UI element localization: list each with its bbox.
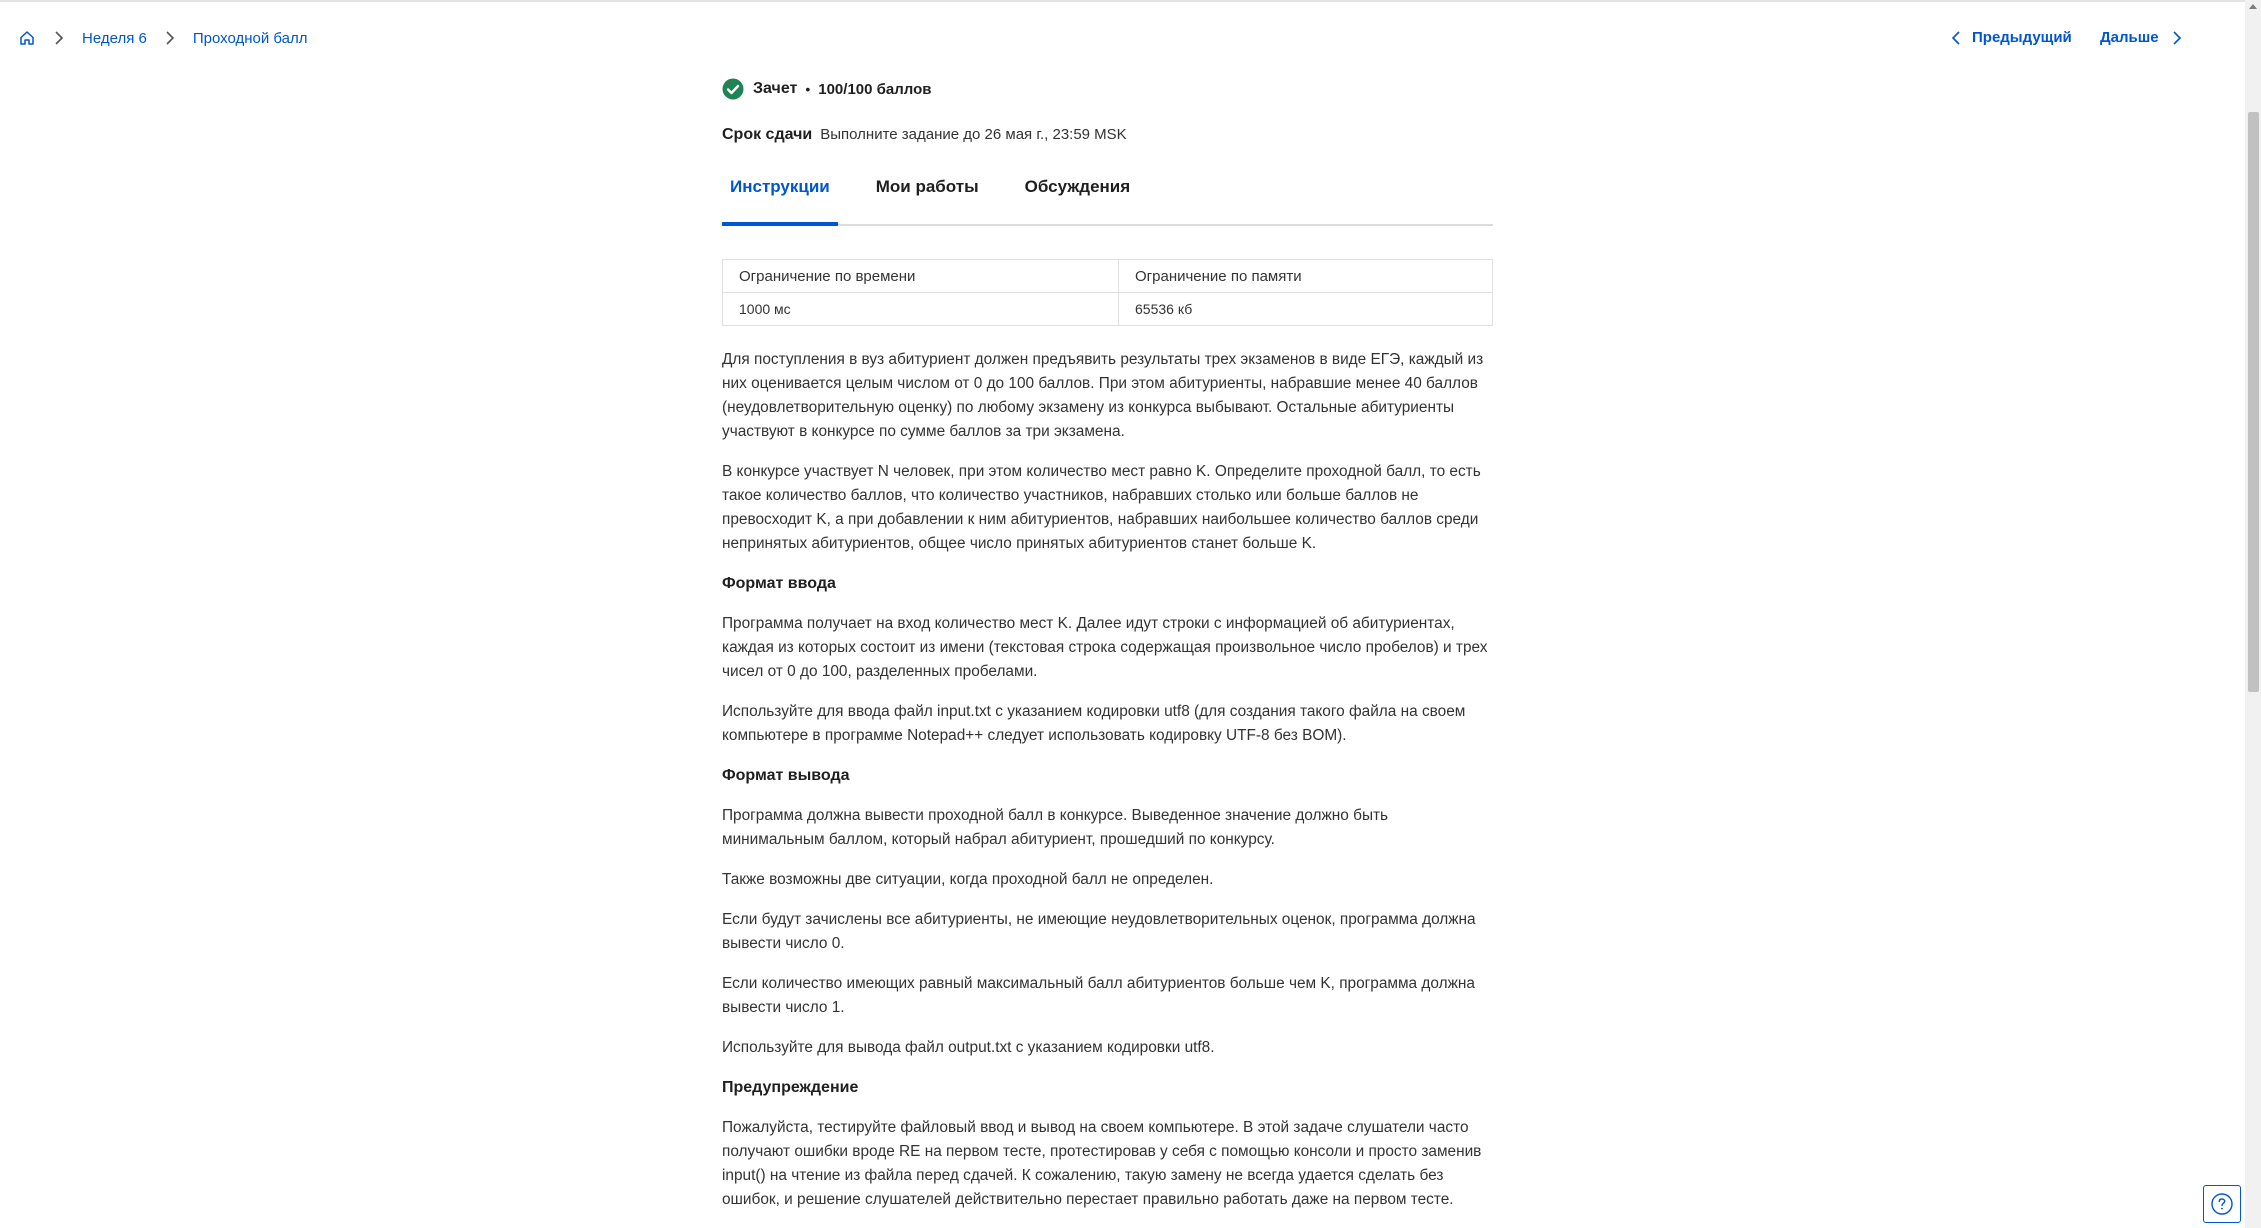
section-heading-input: Формат ввода (722, 575, 836, 592)
grade-status: Зачет • 100/100 баллов (722, 74, 1493, 104)
tab-discussions[interactable]: Обсуждения (1017, 169, 1139, 214)
status-label: Зачет (753, 80, 798, 97)
breadcrumb-item-current[interactable]: Проходной балл (193, 30, 308, 47)
instructions-body: Для поступления в вуз абитуриент должен … (722, 348, 1493, 1212)
paragraph: Если будут зачислены все абитуриенты, не… (722, 911, 1476, 952)
next-label: Дальше (2100, 29, 2159, 46)
paragraph: Программа должна вывести проходной балл … (722, 807, 1389, 848)
section-heading-warning: Предупреждение (722, 1079, 859, 1096)
section-heading-output: Формат вывода (722, 767, 850, 784)
paragraph: Используйте для вывода файл output.txt с… (722, 1039, 1215, 1056)
paragraph: Пожалуйста, тестируйте файловый ввод и в… (722, 1119, 1482, 1208)
memory-limit-value: 65536 кб (1118, 292, 1493, 326)
paragraph: Также возможны две ситуации, когда прохо… (722, 871, 1214, 888)
status-separator: • (805, 81, 811, 97)
scrollbar-thumb[interactable] (2248, 112, 2259, 692)
help-icon (2211, 1193, 2233, 1215)
previous-button[interactable]: Предыдущий (1948, 29, 2072, 46)
breadcrumb: Неделя 6 Проходной балл (18, 29, 308, 47)
chevron-right-icon (2173, 30, 2181, 45)
deadline-text: Выполните задание до 26 мая г., 23:59 MS… (820, 126, 1127, 143)
limits-table: Ограничение по времени Ограничение по па… (722, 259, 1493, 326)
tab-bar: Инструкции Мои работы Обсуждения (722, 169, 1493, 226)
time-limit-header: Ограничение по времени (722, 259, 1119, 293)
next-button[interactable]: Дальше (2100, 29, 2185, 46)
paragraph: Программа получает на вход количество ме… (722, 615, 1488, 680)
chevron-right-icon (50, 29, 68, 47)
tab-my-submissions[interactable]: Мои работы (868, 169, 987, 214)
paragraph: В конкурсе участвует N человек, при этом… (722, 463, 1481, 552)
paragraph: Используйте для ввода файл input.txt с у… (722, 703, 1466, 744)
chevron-right-icon (161, 29, 179, 47)
breadcrumb-item-week[interactable]: Неделя 6 (82, 30, 147, 47)
time-limit-value: 1000 мс (722, 292, 1119, 326)
deadline: Срок сдачи Выполните задание до 26 мая г… (722, 126, 1493, 144)
memory-limit-header: Ограничение по памяти (1118, 259, 1493, 293)
tab-instructions[interactable]: Инструкции (722, 169, 838, 226)
assignment-content: Зачет • 100/100 баллов Срок сдачи Выполн… (722, 74, 1493, 1228)
table-row: 1000 мс 65536 кб (722, 292, 1493, 326)
score-value: 100/100 баллов (818, 80, 932, 98)
deadline-label: Срок сдачи (722, 126, 813, 143)
scroll-up-arrow-icon[interactable] (2249, 4, 2257, 9)
top-border (0, 0, 2245, 2)
paragraph: Для поступления в вуз абитуриент должен … (722, 351, 1484, 440)
paragraph: Если количество имеющих равный максималь… (722, 975, 1475, 1016)
chevron-left-icon (1951, 30, 1960, 45)
previous-label: Предыдущий (1972, 29, 2072, 46)
help-button[interactable] (2203, 1185, 2241, 1223)
table-row: Ограничение по времени Ограничение по па… (722, 259, 1493, 293)
check-circle-icon (722, 78, 744, 100)
home-icon[interactable] (18, 29, 36, 47)
